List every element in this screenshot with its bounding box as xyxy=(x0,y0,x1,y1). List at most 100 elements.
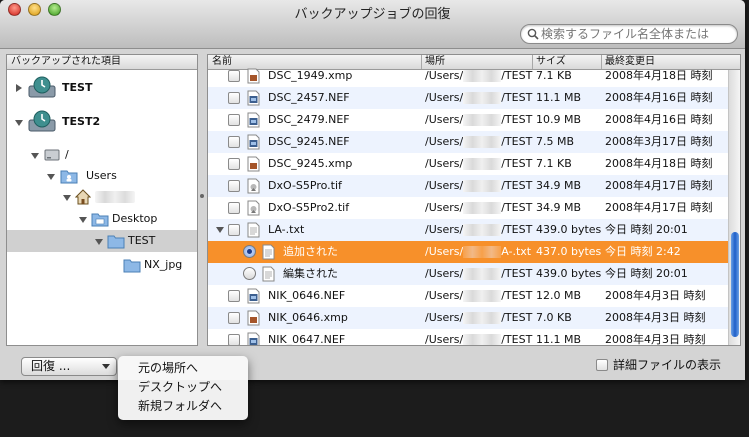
file-location-suffix: A-.txt xyxy=(501,245,532,258)
file-row[interactable]: DSC_1949.xmp/Users/ /TEST 7.1 KB 2008年4月18日… xyxy=(208,65,728,87)
tree-item-label: TEST xyxy=(62,81,93,94)
file-modified: 2008年3月17日 時刻 xyxy=(605,135,713,148)
file-modified: 2008年4月16日 時刻 xyxy=(605,113,713,126)
file-row[interactable]: DSC_2479.NEF/Users/ /TEST 10.9 MB 2008年4月16… xyxy=(208,109,728,131)
show-detail-files-checkbox[interactable] xyxy=(596,359,608,371)
show-detail-files-label[interactable]: 詳細ファイルの表示 xyxy=(613,356,721,374)
file-location: /Users/ /TEST xyxy=(425,285,532,307)
file-checkbox[interactable] xyxy=(228,180,240,192)
version-radio[interactable] xyxy=(243,267,256,280)
disclosure-down-icon[interactable] xyxy=(79,217,87,223)
file-checkbox[interactable] xyxy=(228,114,240,126)
tree-item-test-folder[interactable]: TEST xyxy=(7,230,197,252)
file-location-suffix: /TEST xyxy=(501,113,533,126)
redacted-username xyxy=(463,92,502,104)
tree-item-home[interactable] xyxy=(7,186,197,208)
file-row[interactable]: NIK_0646.xmp/Users/ /TEST 7.0 KB 2008年4月3日 … xyxy=(208,307,728,329)
desktop-folder-icon xyxy=(91,213,109,227)
redacted-username xyxy=(463,158,502,170)
text-file-icon xyxy=(262,266,275,282)
file-location-prefix: /Users/ xyxy=(425,157,464,170)
file-location-suffix: /TEST xyxy=(501,179,533,192)
file-row[interactable]: DSC_9245.NEF/Users/ /TEST 7.5 MB 2008年3月17日… xyxy=(208,131,728,153)
version-radio[interactable] xyxy=(243,245,256,258)
home-icon xyxy=(75,189,91,205)
time-machine-drive-icon xyxy=(28,110,56,132)
file-checkbox[interactable] xyxy=(228,202,240,214)
redacted-username xyxy=(463,334,502,345)
file-row[interactable]: 編集された/Users/ /TEST 439.0 bytes 今日 時刻 20:01 xyxy=(208,263,728,285)
hard-disk-icon xyxy=(44,149,60,161)
tree-item-root[interactable]: / xyxy=(7,144,197,166)
file-checkbox[interactable] xyxy=(228,70,240,82)
disclosure-down-icon[interactable] xyxy=(95,239,103,245)
file-location-suffix: /TEST xyxy=(501,311,533,324)
file-row[interactable]: 追加された/Users/A-.txt 437.0 bytes 今日 時刻 2:42 xyxy=(208,241,728,263)
tree-item-label: Desktop xyxy=(112,212,158,225)
file-location: /Users/ /TEST xyxy=(425,109,532,131)
file-size: 437.0 bytes xyxy=(536,245,602,258)
file-checkbox[interactable] xyxy=(228,334,240,345)
redacted-username xyxy=(463,202,502,214)
file-size: 7.1 KB xyxy=(536,157,572,170)
file-row[interactable]: NIK_0646.NEF/Users/ /TEST 12.0 MB 2008年4月3日… xyxy=(208,285,728,307)
tree-item-users[interactable]: Users xyxy=(7,165,197,187)
tree-item-label: Users xyxy=(86,169,117,182)
file-location: /Users/A-.txt xyxy=(425,241,531,263)
file-modified: 今日 時刻 20:01 xyxy=(605,267,688,280)
file-checkbox[interactable] xyxy=(228,136,240,148)
file-name: DSC_2457.NEF xyxy=(268,91,350,104)
disclosure-down-icon[interactable] xyxy=(15,120,23,126)
file-name: NIK_0646.NEF xyxy=(268,289,346,302)
file-name: NIK_0647.NEF xyxy=(268,333,346,346)
disclosure-right-icon[interactable] xyxy=(16,84,22,92)
nef-file-icon xyxy=(247,112,260,128)
file-size: 7.0 KB xyxy=(536,311,572,324)
file-size: 11.1 MB xyxy=(536,333,582,346)
file-checkbox[interactable] xyxy=(228,158,240,170)
file-location: /Users/ /TEST xyxy=(425,131,532,153)
file-location-suffix: /TEST xyxy=(501,333,533,346)
file-row[interactable]: DxO-S5Pro.tif/Users/ /TEST 34.9 MB 2008年4月1… xyxy=(208,175,728,197)
tree-item-test-drive[interactable]: TEST xyxy=(7,76,197,99)
file-row[interactable]: LA-.txt/Users/ /TEST 439.0 bytes 今日 時刻 20:0… xyxy=(208,219,728,241)
file-name: LA-.txt xyxy=(268,223,305,236)
file-checkbox[interactable] xyxy=(228,290,240,302)
file-location-suffix: /TEST xyxy=(501,135,533,148)
restore-button[interactable]: 回復 ... xyxy=(21,357,117,376)
search-field[interactable] xyxy=(520,24,738,44)
tree-item-label xyxy=(95,186,135,208)
file-row[interactable]: DSC_9245.xmp/Users/ /TEST 7.1 KB 2008年4月18日… xyxy=(208,153,728,175)
file-location-suffix: /TEST xyxy=(501,157,533,170)
menu-item-original-location[interactable]: 元の場所へ xyxy=(138,359,198,377)
disclosure-down-icon[interactable] xyxy=(216,227,224,233)
file-checkbox[interactable] xyxy=(228,224,240,236)
disclosure-down-icon[interactable] xyxy=(47,174,55,180)
tree-item-desktop[interactable]: Desktop xyxy=(7,208,197,230)
xmp-file-icon xyxy=(247,68,260,84)
file-row[interactable]: DxO-S5Pro2.tif/Users/ /TEST 34.9 MB 2008年4月… xyxy=(208,197,728,219)
file-location-prefix: /Users/ xyxy=(425,91,464,104)
scrollbar-thumb[interactable] xyxy=(731,232,739,337)
tree-item-test2-drive[interactable]: TEST2 xyxy=(7,110,197,133)
file-location-prefix: /Users/ xyxy=(425,289,464,302)
pane-splitter[interactable] xyxy=(199,54,205,344)
disclosure-down-icon[interactable] xyxy=(31,153,39,159)
file-location-prefix: /Users/ xyxy=(425,311,464,324)
file-modified: 2008年4月18日 時刻 xyxy=(605,69,713,82)
disclosure-down-icon[interactable] xyxy=(63,195,71,201)
menu-item-desktop[interactable]: デスクトップへ xyxy=(138,378,222,396)
restore-button-label: 回復 ... xyxy=(31,359,71,373)
file-row[interactable]: DSC_2457.NEF/Users/ /TEST 11.1 MB 2008年4月16… xyxy=(208,87,728,109)
menu-item-new-folder[interactable]: 新規フォルダへ xyxy=(138,397,222,415)
file-location-prefix: /Users/ xyxy=(425,69,464,82)
file-checkbox[interactable] xyxy=(228,312,240,324)
tree-item-label: / xyxy=(65,148,69,161)
file-name: DSC_9245.xmp xyxy=(268,157,353,170)
file-list-scrollbar[interactable] xyxy=(728,70,740,345)
file-checkbox[interactable] xyxy=(228,92,240,104)
tree-item-nx-jpg[interactable]: NX_jpg xyxy=(7,254,197,276)
file-location-prefix: /Users/ xyxy=(425,113,464,126)
search-input[interactable] xyxy=(541,26,733,42)
file-row[interactable]: NIK_0647.NEF/Users/ /TEST 11.1 MB 2008年4月3日… xyxy=(208,329,728,346)
